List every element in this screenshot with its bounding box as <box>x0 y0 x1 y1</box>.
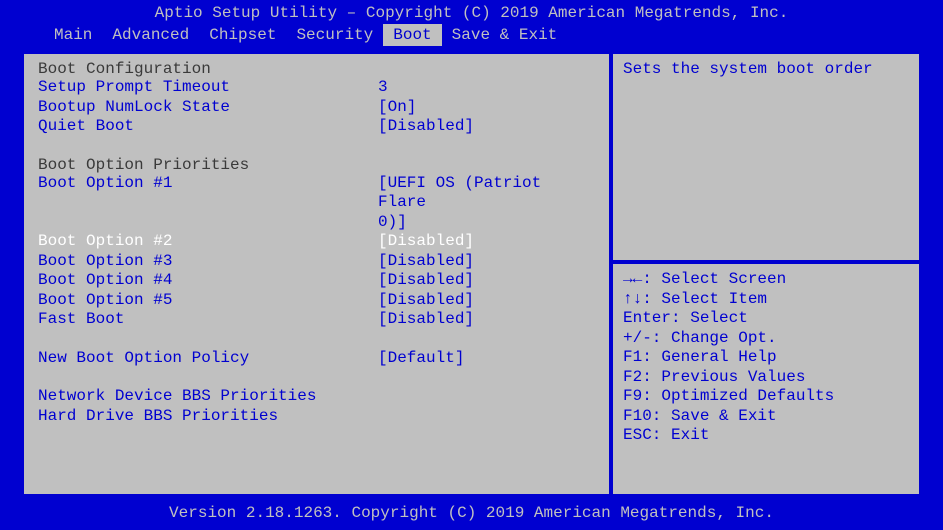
setting-numlock[interactable]: Bootup NumLock State [On] <box>38 98 595 118</box>
submenu-label: Network Device BBS Priorities <box>38 387 378 407</box>
setting-boot-option-1[interactable]: Boot Option #1 [UEFI OS (Patriot Flare <box>38 174 595 213</box>
main-content: Boot Configuration Setup Prompt Timeout … <box>20 50 923 498</box>
key-hint-f1: F1: General Help <box>623 348 909 368</box>
setting-label: Fast Boot <box>38 310 378 330</box>
setting-label: Boot Option #2 <box>38 232 378 252</box>
setting-value: [Disabled] <box>378 117 595 137</box>
setting-boot-option-4[interactable]: Boot Option #4 [Disabled] <box>38 271 595 291</box>
setting-label <box>38 213 378 233</box>
setting-value: 0)] <box>378 213 595 233</box>
setting-value: [Disabled] <box>378 232 595 252</box>
setting-value: [Disabled] <box>378 271 595 291</box>
keys-panel: →←: Select Screen ↑↓: Select Item Enter:… <box>611 262 921 496</box>
setting-label: Bootup NumLock State <box>38 98 378 118</box>
key-hint-esc: ESC: Exit <box>623 426 909 446</box>
setting-label: New Boot Option Policy <box>38 349 378 369</box>
section-boot-config: Boot Configuration <box>38 60 595 78</box>
right-panel: Sets the system boot order →←: Select Sc… <box>611 52 921 496</box>
section-boot-priorities: Boot Option Priorities <box>38 156 595 174</box>
key-hint-change-opt: +/-: Change Opt. <box>623 329 909 349</box>
setting-label: Setup Prompt Timeout <box>38 78 378 98</box>
submenu-network-bbs[interactable]: Network Device BBS Priorities <box>38 387 595 407</box>
menu-chipset[interactable]: Chipset <box>199 24 286 46</box>
setting-label: Quiet Boot <box>38 117 378 137</box>
setting-value: [UEFI OS (Patriot Flare <box>378 174 595 213</box>
setting-boot-option-2[interactable]: Boot Option #2 [Disabled] <box>38 232 595 252</box>
setting-value: [Disabled] <box>378 310 595 330</box>
bios-footer: Version 2.18.1263. Copyright (C) 2019 Am… <box>0 502 943 524</box>
setting-boot-option-5[interactable]: Boot Option #5 [Disabled] <box>38 291 595 311</box>
setting-boot-option-1-cont: 0)] <box>38 213 595 233</box>
setting-value: [On] <box>378 98 595 118</box>
bios-header: Aptio Setup Utility – Copyright (C) 2019… <box>0 0 943 24</box>
key-hint-enter: Enter: Select <box>623 309 909 329</box>
menu-advanced[interactable]: Advanced <box>102 24 199 46</box>
key-hint-f2: F2: Previous Values <box>623 368 909 388</box>
setting-value: [Disabled] <box>378 291 595 311</box>
setting-label: Boot Option #3 <box>38 252 378 272</box>
setting-fast-boot[interactable]: Fast Boot [Disabled] <box>38 310 595 330</box>
submenu-label: Hard Drive BBS Priorities <box>38 407 378 427</box>
setting-label: Boot Option #5 <box>38 291 378 311</box>
setting-new-boot-policy[interactable]: New Boot Option Policy [Default] <box>38 349 595 369</box>
setting-quiet-boot[interactable]: Quiet Boot [Disabled] <box>38 117 595 137</box>
help-panel: Sets the system boot order <box>611 52 921 262</box>
setting-label: Boot Option #1 <box>38 174 378 213</box>
menu-boot[interactable]: Boot <box>383 24 441 46</box>
setting-value: 3 <box>378 78 595 98</box>
help-text: Sets the system boot order <box>623 60 909 78</box>
key-hint-select-screen: →←: Select Screen <box>623 270 909 290</box>
menu-main[interactable]: Main <box>44 24 102 46</box>
menu-save-exit[interactable]: Save & Exit <box>442 24 568 46</box>
setting-value: [Disabled] <box>378 252 595 272</box>
menu-bar: Main Advanced Chipset Security Boot Save… <box>0 24 943 46</box>
settings-panel: Boot Configuration Setup Prompt Timeout … <box>22 52 611 496</box>
setting-prompt-timeout[interactable]: Setup Prompt Timeout 3 <box>38 78 595 98</box>
submenu-harddrive-bbs[interactable]: Hard Drive BBS Priorities <box>38 407 595 427</box>
menu-security[interactable]: Security <box>286 24 383 46</box>
setting-label: Boot Option #4 <box>38 271 378 291</box>
setting-value: [Default] <box>378 349 595 369</box>
key-hint-select-item: ↑↓: Select Item <box>623 290 909 310</box>
setting-boot-option-3[interactable]: Boot Option #3 [Disabled] <box>38 252 595 272</box>
key-hint-f9: F9: Optimized Defaults <box>623 387 909 407</box>
key-hint-f10: F10: Save & Exit <box>623 407 909 427</box>
